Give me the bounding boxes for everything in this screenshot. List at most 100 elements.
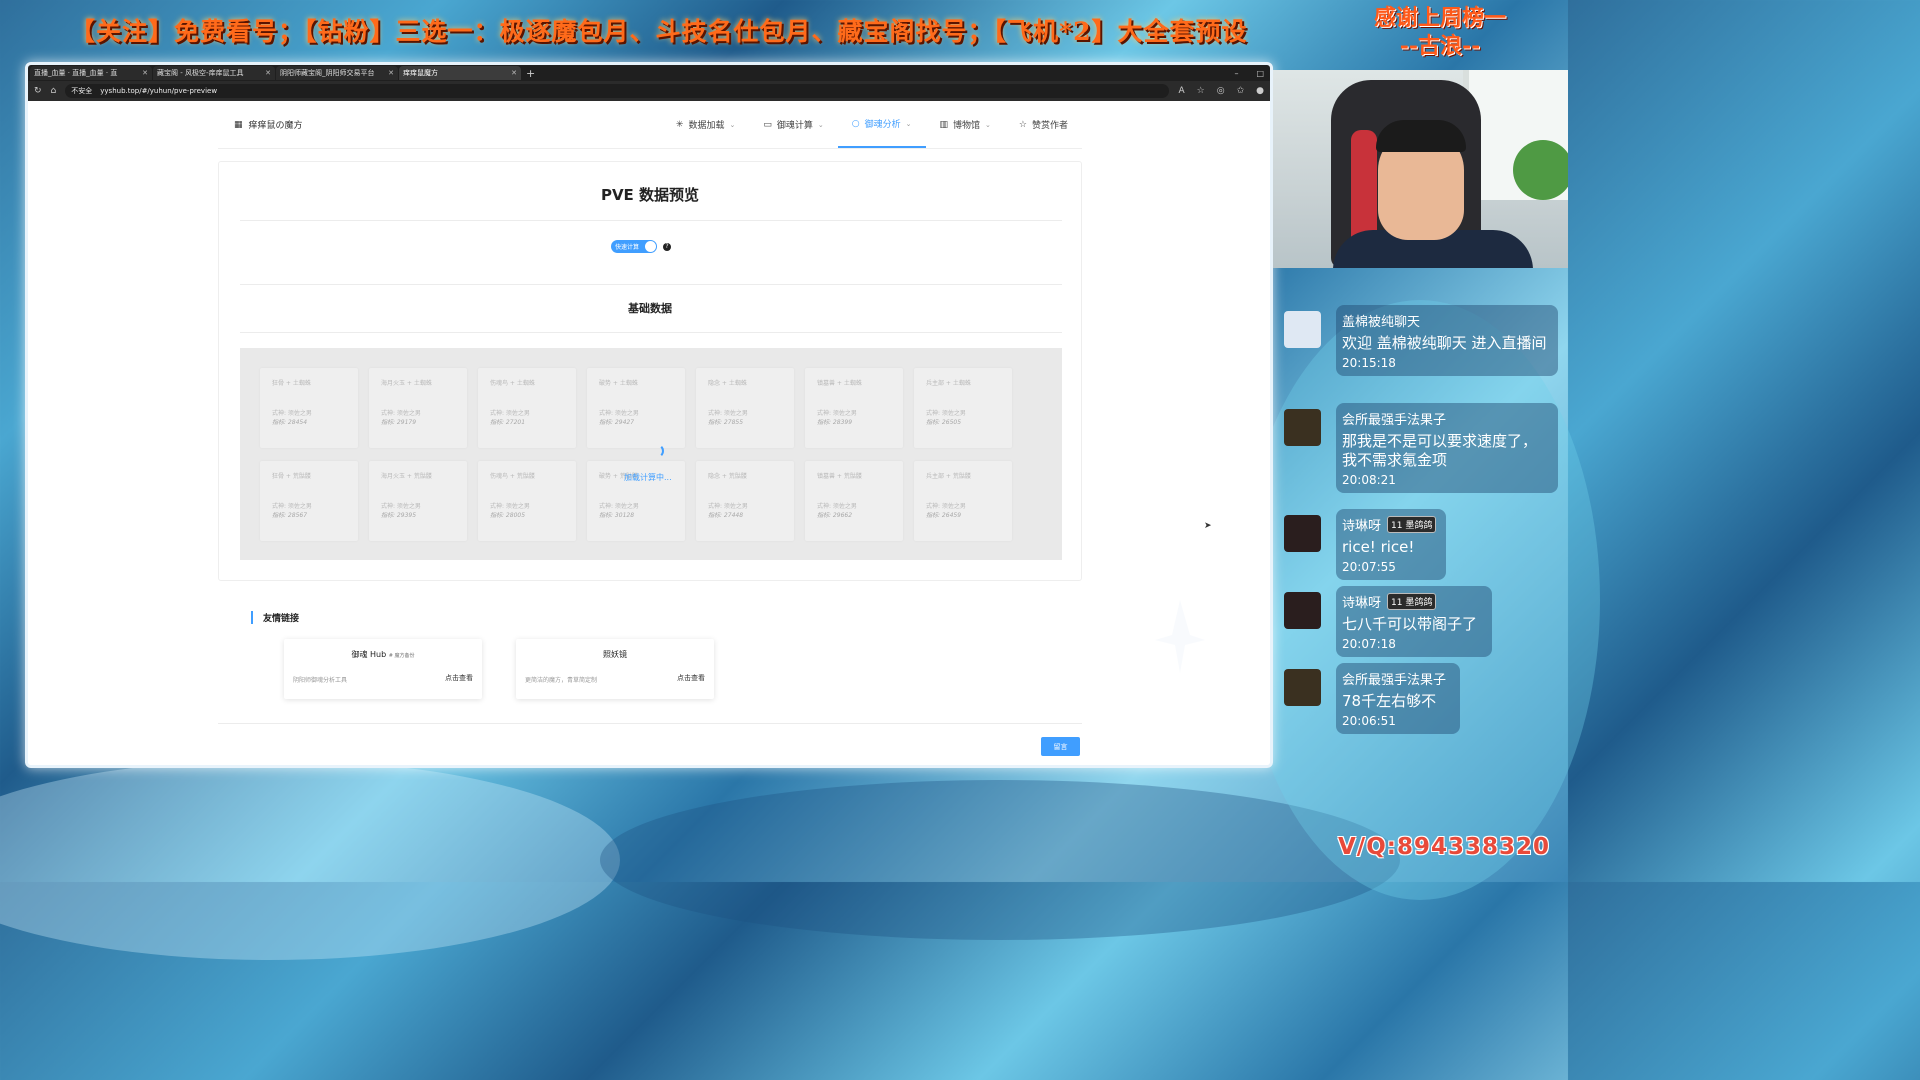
chat-text: rice! rice! (1342, 538, 1415, 556)
data-card: 伤魂鸟 + 荒骷髅 式神: 须佐之男 指标: 28005 (478, 461, 576, 541)
combo-name: 镇墓兽 + 荒骷髅 (817, 473, 862, 480)
shikigami: 式神: 须佐之男 (272, 503, 312, 510)
nav-item-museum[interactable]: ▥ 博物馆 ⌄ (926, 101, 1005, 148)
combo-name: 伤魂鸟 + 土蜘蛛 (490, 380, 535, 387)
loading-text: 加载计算中... (624, 473, 672, 482)
url-field[interactable]: 不安全 yyshub.top/#/yuhun/pve-preview (65, 84, 1170, 98)
background-swirl (600, 780, 1400, 940)
security-label: 不安全 (71, 87, 93, 95)
link-title-row: 御魂 Hub # 魔方备份 (284, 649, 482, 660)
nav-menu: ✳ 数据加载 ⌄ ▭ 御魂计算 ⌄ ○ 御魂分析 ⌄ ▥ 博物馆 ⌄ ☆ 赞赏作者 (662, 101, 1082, 148)
chat-username: 诗琳呀 (1342, 596, 1382, 611)
chat-text: 78千左右够不 (1342, 692, 1437, 710)
home-icon[interactable]: ⌂ (51, 86, 57, 96)
avatar (1284, 592, 1321, 629)
shikigami: 式神: 须佐之男 (381, 503, 421, 510)
close-icon[interactable]: ✕ (142, 69, 148, 77)
data-card: 狂骨 + 荒骷髅 式神: 须佐之男 指标: 28567 (260, 461, 358, 541)
browser-tab-active[interactable]: 痒痒鼠魔方 ✕ (399, 66, 521, 80)
view-link-button[interactable]: 点击查看 (677, 673, 705, 683)
data-card: 兵主部 + 荒骷髅 式神: 须佐之男 指标: 26459 (914, 461, 1012, 541)
chat-bubble: 会所最强手法果子 那我是不是可以要求速度了，我不需求氪金项 20:08:21 (1336, 403, 1558, 493)
chat-bubble: 诗琳呀 11 墨鸽鸽 rice! rice! 20:07:55 (1336, 509, 1446, 580)
metric: 指标: 27855 (708, 419, 744, 426)
tab-label: 阴阳师藏宝阁_阴阳师交易平台 (280, 69, 375, 77)
nav-item-data-load[interactable]: ✳ 数据加载 ⌄ (662, 101, 749, 148)
maximize-icon[interactable]: □ (1256, 69, 1264, 78)
tab-label: 藏宝阁 - 风极空-痒痒鼠工具 (157, 69, 244, 77)
link-card-yuhun-hub[interactable]: 御魂 Hub # 魔方备份 阴阳师御魂分析工具 点击查看 (284, 639, 482, 699)
avatar (1284, 669, 1321, 706)
plant-image (1513, 140, 1568, 200)
extensions-icon[interactable]: ◎ (1217, 86, 1225, 96)
message-button[interactable]: 留言 (1041, 737, 1080, 756)
chat-username: 会所最强手法果子 (1342, 413, 1447, 428)
browser-tab[interactable]: 阴阳师藏宝阁_阴阳师交易平台 ✕ (276, 66, 398, 80)
search-icon: ○ (851, 118, 860, 129)
view-link-button[interactable]: 点击查看 (445, 673, 473, 683)
nav-label: 赞赏作者 (1031, 121, 1068, 131)
favorite-star-icon[interactable]: ☆ (1197, 86, 1205, 96)
chat-time: 20:07:55 (1342, 560, 1396, 574)
nav-item-yuhun-analysis[interactable]: ○ 御魂分析 ⌄ (837, 101, 926, 148)
combo-name: 狂骨 + 荒骷髅 (272, 473, 311, 480)
stream-banner: 【关注】免费看号；【钻粉】三选一：极逐魔包月、斗技名仕包月、藏宝阁找号；【飞机*… (70, 17, 1248, 46)
metric: 指标: 26505 (926, 419, 962, 426)
browser-tab[interactable]: 直播_血量 · 直播_血量 · 直 ✕ (30, 66, 152, 80)
data-card: 隐念 + 荒骷髅 式神: 须佐之男 指标: 27448 (696, 461, 794, 541)
metric: 指标: 27201 (490, 419, 526, 426)
switch-knob (645, 241, 656, 252)
profile-icon[interactable]: ● (1256, 86, 1264, 96)
nav-label: 博物馆 (953, 121, 981, 131)
combo-name: 伤魂鸟 + 荒骷髅 (490, 473, 535, 480)
combo-name: 隐念 + 荒骷髅 (708, 473, 747, 480)
shikigami: 式神: 须佐之男 (817, 503, 857, 510)
tab-label: 直播_血量 · 直播_血量 · 直 (34, 69, 118, 77)
chat-username-row: 盖棉被纯聊天 (1342, 311, 1550, 330)
shikigami: 式神: 须佐之男 (599, 503, 639, 510)
quick-calc-switch[interactable]: 快速计算 (611, 240, 657, 253)
nav-item-yuhun-calc[interactable]: ▭ 御魂计算 ⌄ (749, 101, 837, 148)
preview-card: PVE 数据预览 快速计算 ? 基础数据 狂骨 + 土蜘蛛 式神: 须佐之男 指标:… (218, 161, 1082, 581)
metric: 指标: 29179 (381, 419, 417, 426)
browser-tab[interactable]: 藏宝阁 - 风极空-痒痒鼠工具 ✕ (153, 66, 275, 80)
close-icon[interactable]: ✕ (388, 69, 394, 77)
data-card: 海月火玉 + 荒骷髅 式神: 须佐之男 指标: 29395 (369, 461, 467, 541)
thanks-panel: 感谢上周榜一 --古浪-- (1330, 4, 1550, 60)
tab-label: 痒痒鼠魔方 (403, 69, 438, 77)
url-text: yyshub.top/#/yuhun/pve-preview (100, 87, 218, 95)
close-icon[interactable]: ✕ (511, 69, 517, 77)
chat-username-row: 会所最强手法果子 (1342, 669, 1452, 688)
tab-bar: 直播_血量 · 直播_血量 · 直 ✕ 藏宝阁 - 风极空-痒痒鼠工具 ✕ 阴阳师藏… (28, 65, 1270, 81)
new-tab-icon[interactable]: + (526, 67, 535, 80)
read-aloud-icon[interactable]: A (1178, 86, 1184, 96)
browser-tools: A ☆ ◎ ✩ ● (1178, 86, 1264, 96)
close-icon[interactable]: ✕ (265, 69, 271, 77)
monitor-icon: ▭ (763, 119, 772, 130)
chat-bubble: 会所最强手法果子 78千左右够不 20:06:51 (1336, 663, 1460, 734)
metric: 指标: 28567 (272, 512, 308, 519)
link-title-row: 照妖镜 (516, 649, 714, 660)
divider (240, 220, 1062, 221)
combo-name: 兵主部 + 土蜘蛛 (926, 380, 971, 387)
link-desc: 更简洁的魔方，青草简定制 (525, 677, 598, 684)
contact-watermark: V/Q:894338320 (1338, 834, 1550, 860)
reload-icon[interactable]: ↻ (34, 86, 42, 96)
minimize-icon[interactable]: – (1234, 69, 1238, 78)
metric: 指标: 29427 (599, 419, 635, 426)
favorites-icon[interactable]: ✩ (1237, 86, 1245, 96)
shikigami: 式神: 须佐之男 (599, 410, 639, 417)
nav-item-donate[interactable]: ☆ 赞赏作者 (1005, 101, 1082, 148)
help-icon[interactable]: ? (663, 242, 671, 251)
brand[interactable]: ▦ 痒痒鼠の魔方 (218, 118, 303, 132)
page-title: PVE 数据预览 (600, 186, 700, 204)
metric: 指标: 29662 (817, 512, 853, 519)
link-title: 御魂 Hub (351, 650, 387, 659)
link-card-zhaoyaojing[interactable]: 照妖镜 更简洁的魔方，青草简定制 点击查看 (516, 639, 714, 699)
combo-name: 海月火玉 + 土蜘蛛 (381, 380, 432, 387)
nav-label: 御魂计算 (776, 121, 813, 131)
avatar (1284, 515, 1321, 552)
shikigami: 式神: 须佐之男 (490, 410, 530, 417)
chat-username: 会所最强手法果子 (1342, 673, 1447, 688)
combo-name: 狂骨 + 土蜘蛛 (272, 380, 311, 387)
